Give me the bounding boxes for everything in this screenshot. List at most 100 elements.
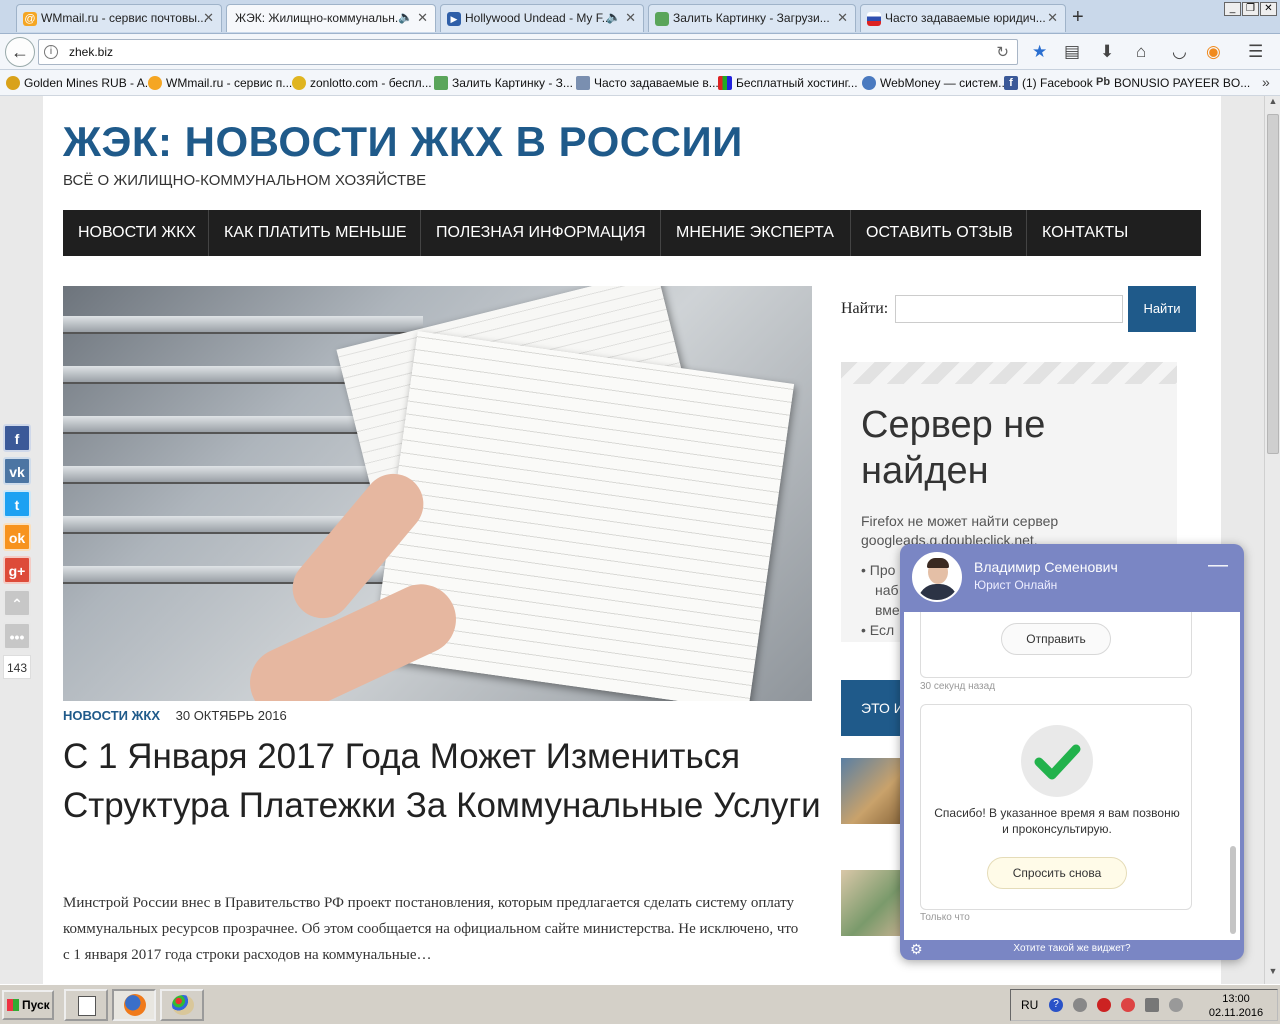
notepad-icon: [78, 996, 96, 1016]
bookmark-item[interactable]: Golden Mines RUB - A...: [6, 76, 155, 90]
close-icon[interactable]: ✕: [1047, 10, 1058, 26]
scrollbar-thumb[interactable]: [1267, 114, 1279, 454]
at-icon: [148, 76, 162, 90]
taskbar-app-notepad[interactable]: [64, 989, 108, 1021]
close-window-button[interactable]: ✕: [1260, 2, 1277, 16]
scroll-up-arrow-icon[interactable]: ▲: [1266, 96, 1280, 112]
post-excerpt: Минстрой России внес в Правительство РФ …: [63, 895, 799, 963]
send-button[interactable]: Отправить: [1001, 623, 1111, 655]
nav-item-expert-opinion[interactable]: МНЕНИЕ ЭКСПЕРТА: [661, 210, 851, 256]
scroll-up-icon[interactable]: ⌃: [3, 589, 31, 617]
widget-promo-link[interactable]: Хотите такой же виджет?: [900, 943, 1244, 954]
chat-agent-name: Владимир Семенович: [974, 559, 1118, 575]
tab-wmmail[interactable]: @ WMmail.ru - сервис почтовы... ✕: [16, 4, 222, 32]
facebook-icon: f: [1004, 76, 1018, 90]
sound-icon[interactable]: 🔈: [398, 10, 413, 24]
hosting-icon: [718, 76, 732, 90]
system-tray: RU ? 13:00 02.11.2016: [1010, 989, 1278, 1021]
windows-logo-icon: [7, 999, 19, 1011]
close-icon[interactable]: ✕: [837, 10, 848, 26]
volume-icon[interactable]: [1169, 998, 1183, 1012]
sound-icon[interactable]: 🔈: [606, 10, 621, 24]
security-icon[interactable]: [1121, 998, 1135, 1012]
chat-agent-role: Юрист Онлайн: [974, 578, 1058, 592]
tab-zhek[interactable]: ЖЭК: Жилищно-коммунальн... 🔈 ✕: [226, 4, 436, 32]
taskbar: Пуск RU ? 13:00 02.11.2016: [0, 984, 1280, 1024]
taskbar-app-paint[interactable]: [160, 989, 204, 1021]
restore-window-button[interactable]: ❐: [1242, 2, 1259, 16]
post-title[interactable]: С 1 Января 2017 Года Может Измениться Ст…: [63, 732, 823, 830]
home-icon[interactable]: ⌂: [1136, 42, 1146, 62]
post-date: 30 ОКТЯБРЬ 2016: [175, 708, 287, 723]
close-icon[interactable]: ✕: [625, 10, 636, 26]
start-button[interactable]: Пуск: [2, 990, 54, 1020]
network-icon[interactable]: [1073, 998, 1087, 1012]
main-nav: НОВОСТИ ЖКХ КАК ПЛАТИТЬ МЕНЬШЕ ПОЛЕЗНАЯ …: [63, 210, 1201, 256]
info-icon[interactable]: i: [44, 45, 58, 59]
twitter-share-icon[interactable]: t: [3, 490, 31, 518]
download-icon[interactable]: ⬇: [1100, 42, 1114, 62]
bookmark-item[interactable]: zonlotto.com - беспл...: [292, 76, 432, 90]
tab-chasto-zadavaemye[interactable]: Часто задаваемые юридич... ✕: [860, 4, 1066, 32]
more-icon[interactable]: •••: [3, 622, 31, 650]
chat-scrollbar[interactable]: [1230, 846, 1236, 934]
bookmark-item[interactable]: f (1) Facebook: [1004, 76, 1093, 90]
bookmark-item[interactable]: Pb BONUSIO PAYEER BO...: [1096, 76, 1250, 90]
bookmark-item[interactable]: WebMoney — систем...: [862, 76, 1008, 90]
nav-item-contacts[interactable]: КОНТАКТЫ: [1027, 210, 1147, 256]
nav-item-pay-less[interactable]: КАК ПЛАТИТЬ МЕНЬШЕ: [209, 210, 421, 256]
bookmark-item[interactable]: Залить Картинку - З...: [434, 76, 573, 90]
sidebar-post-thumbnail[interactable]: [841, 758, 901, 824]
tab-zalit-kartinku[interactable]: Залить Картинку - Загрузи... ✕: [648, 4, 856, 32]
extension-icon[interactable]: ◉: [1206, 42, 1221, 62]
google-plus-share-icon[interactable]: g+: [3, 556, 31, 584]
new-tab-button[interactable]: +: [1072, 6, 1084, 29]
bookmark-star-icon[interactable]: ★: [1032, 42, 1047, 62]
scroll-down-arrow-icon[interactable]: ▼: [1266, 966, 1280, 982]
menu-icon[interactable]: ☰: [1248, 42, 1263, 62]
language-indicator[interactable]: RU: [1021, 998, 1038, 1012]
search-label: Найти:: [841, 300, 889, 317]
pocket-icon[interactable]: ◡: [1172, 42, 1187, 62]
nav-item-news[interactable]: НОВОСТИ ЖКХ: [63, 210, 209, 256]
minimize-window-button[interactable]: _: [1224, 2, 1241, 16]
close-icon[interactable]: ✕: [203, 10, 214, 26]
back-button[interactable]: ←: [5, 37, 35, 67]
url-bar[interactable]: i zhek.biz ↻: [38, 39, 1018, 65]
facebook-share-icon[interactable]: f: [3, 424, 31, 452]
message-timestamp: 30 секунд назад: [920, 681, 996, 692]
close-icon[interactable]: ✕: [417, 10, 428, 26]
ask-again-button[interactable]: Спросить снова: [987, 857, 1127, 889]
post-category[interactable]: НОВОСТИ ЖКХ: [63, 708, 160, 723]
reading-list-icon[interactable]: ▤: [1064, 42, 1080, 62]
taskbar-app-firefox[interactable]: [112, 989, 156, 1021]
site-title[interactable]: ЖЭК: НОВОСТИ ЖКХ В РОССИИ: [63, 118, 743, 166]
bookmark-item[interactable]: Часто задаваемые в...: [576, 76, 719, 90]
firefox-icon: [124, 994, 146, 1016]
help-icon[interactable]: ?: [1049, 998, 1063, 1012]
nav-item-useful-info[interactable]: ПОЛЕЗНАЯ ИНФОРМАЦИЯ: [421, 210, 661, 256]
at-icon: @: [23, 12, 37, 26]
nav-item-leave-review[interactable]: ОСТАВИТЬ ОТЗЫВ: [851, 210, 1027, 256]
reload-icon[interactable]: ↻: [996, 43, 1009, 61]
sidebar-post-thumbnail[interactable]: [841, 870, 901, 936]
monitor-icon[interactable]: [1145, 998, 1159, 1012]
search-button[interactable]: Найти: [1128, 286, 1196, 332]
tab-bar: @ WMmail.ru - сервис почтовы... ✕ ЖЭК: Ж…: [0, 0, 1280, 34]
minimize-icon[interactable]: —: [1208, 555, 1228, 576]
navigation-bar: ← i zhek.biz ↻ ★ ▤ ⬇ ⌂ ◡ ◉ ☰: [0, 34, 1280, 70]
tab-hollywood-undead[interactable]: ▶ Hollywood Undead - My F... 🔈 ✕: [440, 4, 644, 32]
bookmark-item[interactable]: Бесплатный хостинг...: [718, 76, 858, 90]
post-featured-image[interactable]: [63, 286, 812, 701]
page-scrollbar[interactable]: ▲ ▼: [1264, 96, 1280, 984]
bookmarks-overflow-icon[interactable]: »: [1262, 74, 1270, 90]
odnoklassniki-share-icon[interactable]: ok: [3, 523, 31, 551]
chat-header[interactable]: Владимир Семенович Юрист Онлайн —: [900, 544, 1244, 612]
vk-share-icon[interactable]: vk: [3, 457, 31, 485]
bookmark-item[interactable]: WMmail.ru - сервис п...: [148, 76, 292, 90]
bookmarks-bar: Golden Mines RUB - A... WMmail.ru - серв…: [0, 70, 1280, 96]
message-timestamp: Только что: [920, 912, 970, 923]
clock[interactable]: 13:00 02.11.2016: [1201, 992, 1271, 1020]
search-input[interactable]: [895, 295, 1123, 323]
antivirus-icon[interactable]: [1097, 998, 1111, 1012]
